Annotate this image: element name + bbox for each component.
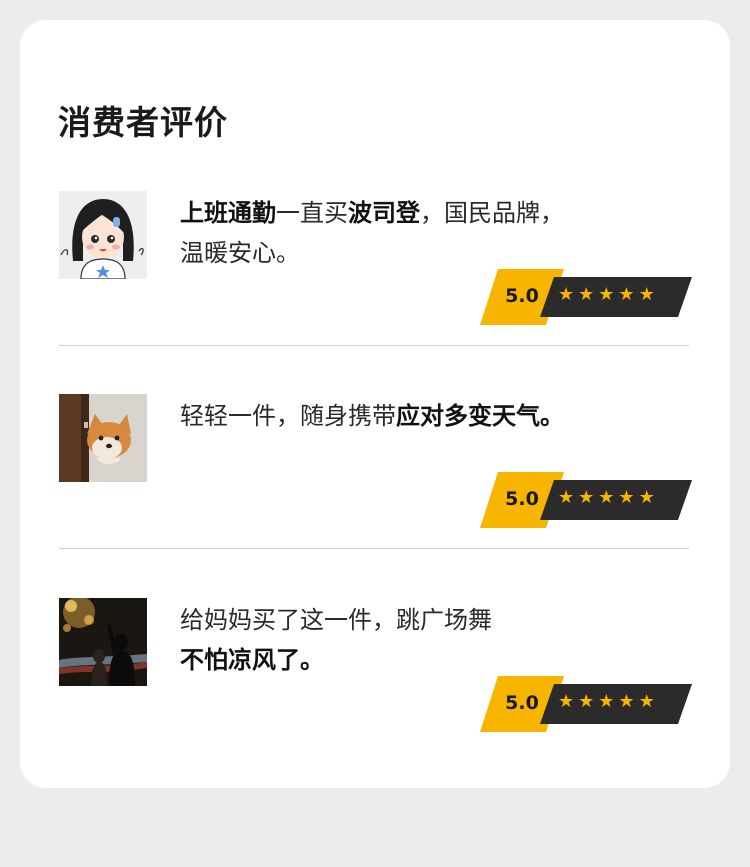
star-icon: ★ xyxy=(618,691,639,712)
review-text-segment: 一直买 xyxy=(276,199,348,227)
rating-score: 5.0 xyxy=(505,488,539,510)
star-icon: ★ xyxy=(578,487,599,508)
night-street-photo-icon xyxy=(59,598,147,686)
star-icon: ★ xyxy=(578,691,599,712)
review-text-segment: ，国民品牌， xyxy=(420,199,564,227)
rating-badge: 5.0 ★★★★★ xyxy=(480,269,692,325)
review-text-bold: 应对多变天气。 xyxy=(396,402,564,430)
review-item: 给妈妈买了这一件，跳广场舞 不怕凉风了。 5.0 ★★★★★ xyxy=(20,598,730,768)
review-item: 轻轻一件，随身携带应对多变天气。 5.0 ★★★★★ xyxy=(20,394,730,564)
rating-stars: ★★★★★ xyxy=(558,282,659,308)
star-icon: ★ xyxy=(598,284,619,305)
review-item: 上班通勤一直买波司登，国民品牌， 温暖安心。 5.0 ★★★★★ xyxy=(20,191,730,361)
rating-stars: ★★★★★ xyxy=(558,485,659,511)
review-text-segment: 温暖安心。 xyxy=(180,239,300,267)
star-icon: ★ xyxy=(638,487,659,508)
rating-stars: ★★★★★ xyxy=(558,689,659,715)
rating-badge: 5.0 ★★★★★ xyxy=(480,472,692,528)
star-icon: ★ xyxy=(618,284,639,305)
review-card: 消费者评价 上班通勤一直买波司登，国民品牌， 温暖安心。 5.0 ★★★★★ 轻… xyxy=(20,20,730,788)
star-icon: ★ xyxy=(638,284,659,305)
review-text: 给妈妈买了这一件，跳广场舞 不怕凉风了。 xyxy=(180,600,640,680)
review-text-segment: 轻轻一件，随身携带 xyxy=(180,402,396,430)
star-icon: ★ xyxy=(558,284,579,305)
star-icon: ★ xyxy=(578,284,599,305)
star-icon: ★ xyxy=(558,487,579,508)
shiba-dog-photo-icon xyxy=(59,394,147,482)
review-divider xyxy=(59,548,689,549)
star-icon: ★ xyxy=(558,691,579,712)
review-text-bold: 上班通勤 xyxy=(180,199,276,227)
rating-badge: 5.0 ★★★★★ xyxy=(480,676,692,732)
review-text: 轻轻一件，随身携带应对多变天气。 xyxy=(180,396,640,436)
rating-score: 5.0 xyxy=(505,692,539,714)
cartoon-girl-avatar-icon xyxy=(59,191,147,279)
review-text-segment: 给妈妈买了这一件，跳广场舞 xyxy=(180,606,492,634)
star-icon: ★ xyxy=(638,691,659,712)
review-text-bold: 不怕凉风了。 xyxy=(180,646,324,674)
review-text: 上班通勤一直买波司登，国民品牌， 温暖安心。 xyxy=(180,193,640,273)
rating-score: 5.0 xyxy=(505,285,539,307)
star-icon: ★ xyxy=(618,487,639,508)
star-icon: ★ xyxy=(598,487,619,508)
review-divider xyxy=(59,345,689,346)
star-icon: ★ xyxy=(598,691,619,712)
section-title: 消费者评价 xyxy=(58,103,228,142)
review-text-bold: 波司登 xyxy=(348,199,420,227)
